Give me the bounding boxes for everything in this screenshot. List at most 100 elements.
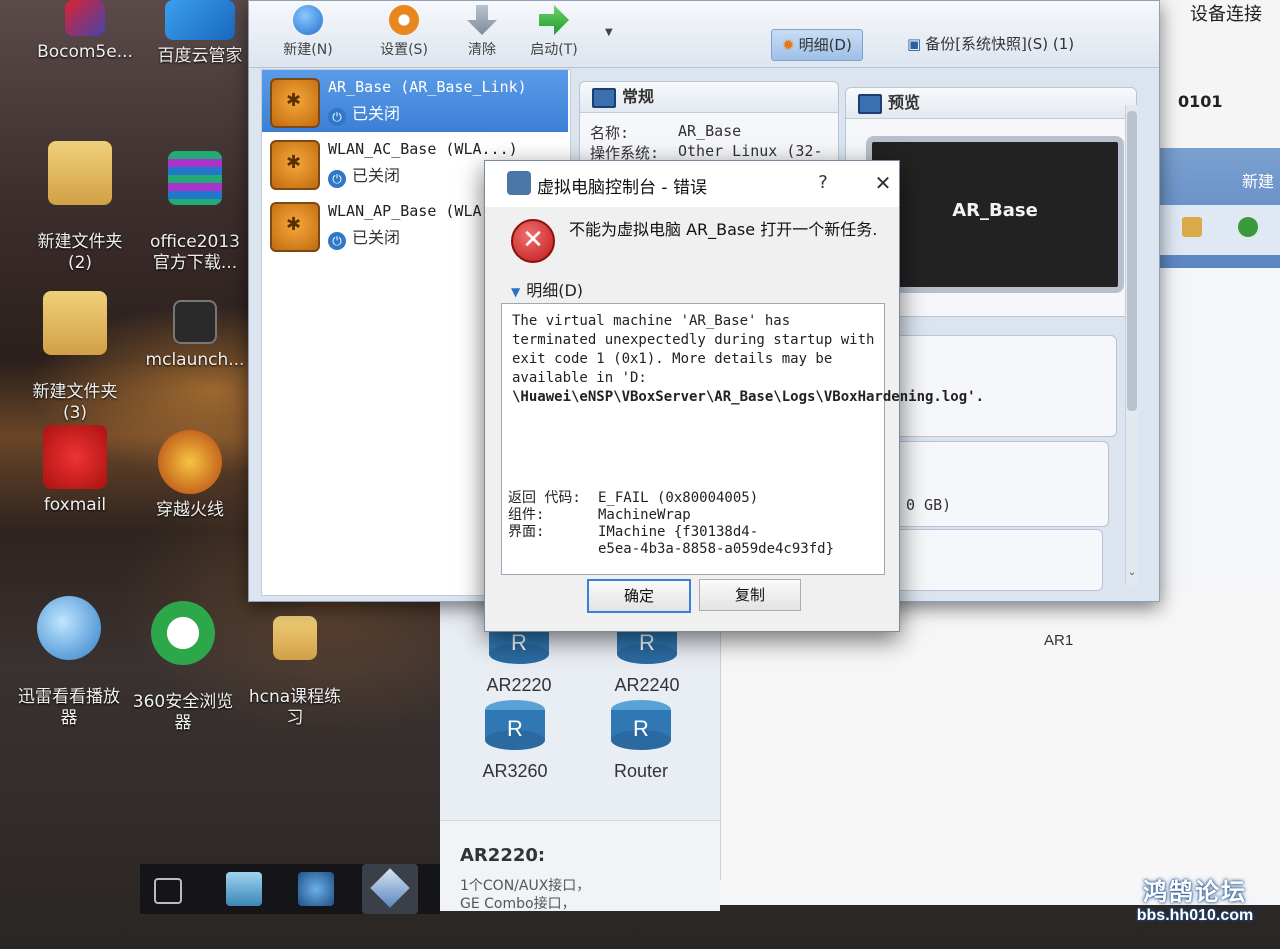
desktop-icon-folder-2[interactable]: 新建文件夹 (2) — [25, 120, 135, 295]
desktop-icon-hcna[interactable]: hcna课程练 习 — [240, 595, 350, 750]
virtualbox-taskbar-icon[interactable] — [362, 864, 418, 914]
topology-canvas[interactable]: AR1 — [722, 590, 1280, 890]
desktop-icon-bocom[interactable]: Bocom5e... — [30, 0, 140, 63]
scrollbar-thumb[interactable] — [1127, 111, 1137, 411]
code-row: e5ea-4b3a-8858-a059de4c93fd} — [508, 541, 880, 558]
power-icon: ⏻ — [328, 108, 346, 126]
details-scrollbar[interactable]: ⌄ — [1125, 105, 1138, 585]
device-description: AR2220: 1个CON/AUX接口， GE Combo接口， — [440, 820, 720, 912]
ensp-taskbar-icon[interactable] — [298, 872, 334, 906]
vm-state: ⏻ 已关闭 — [328, 162, 400, 188]
vm-state: ⏻ 已关闭 — [328, 224, 400, 250]
desktop-icon-xunlei[interactable]: 迅雷看看播放 器 — [14, 575, 124, 750]
vm-state-label: 已关闭 — [352, 104, 401, 123]
code-key: 界面: — [508, 524, 545, 540]
crossfire-icon — [158, 430, 222, 494]
details-message: The virtual machine 'AR_Base' has termin… — [512, 313, 875, 386]
code-value: e5ea-4b3a-8858-a059de4c93fd} — [598, 541, 835, 557]
power-icon: ⏻ — [328, 232, 346, 250]
desktop-icon-label: Bocom5e... — [37, 42, 133, 62]
device-ar3260[interactable]: R AR3260 — [460, 696, 570, 782]
power-icon: ⏻ — [328, 170, 346, 188]
vm-state: ⏻ 已关闭 — [328, 100, 400, 126]
close-button[interactable]: ✕ — [871, 169, 895, 197]
start-button[interactable]: 启动(T) — [519, 5, 589, 59]
code-key: 返回 代码: — [508, 490, 581, 506]
device-label: AR3260 — [482, 761, 548, 781]
start-dropdown-chevron-icon[interactable]: ▼ — [605, 27, 613, 38]
storage-fragment: 0 GB) — [906, 496, 952, 514]
desktop-icon-office2013[interactable]: office2013 官方下载... — [140, 130, 250, 295]
tab-snapshots[interactable]: ▣ 备份[系统快照](S) (1) — [897, 29, 1084, 59]
vm-list-item[interactable]: AR_Base (AR_Base_Link) ⏻ 已关闭 — [262, 70, 568, 132]
desktop-icon-cf[interactable]: 穿越火线 — [135, 430, 245, 521]
general-name-label: 名称: — [590, 124, 630, 142]
svg-text:R: R — [639, 630, 655, 655]
taskbar — [140, 864, 440, 914]
general-panel-header[interactable]: 常规 — [580, 82, 838, 113]
chevron-down-icon: ▼ — [511, 285, 521, 299]
toolbar-globe-icon[interactable] — [1238, 217, 1258, 237]
details-log-path: \Huawei\eNSP\VBoxServer\AR_Base\Logs\VBo… — [512, 389, 985, 405]
preview-panel-header[interactable]: 预览 — [846, 88, 1136, 119]
general-os-value: Other Linux (32- — [678, 142, 823, 160]
svg-text:R: R — [511, 630, 527, 655]
code-value: MachineWrap — [598, 507, 691, 523]
details-toggle[interactable]: ▼ 明细(D) — [511, 277, 583, 301]
device-detail-line1: 1个CON/AUX接口， — [460, 878, 591, 894]
taskbar-app-icon[interactable] — [226, 872, 262, 906]
general-name-value: AR_Base — [678, 122, 742, 140]
scroll-down-chevron-icon[interactable]: ⌄ — [1126, 567, 1138, 578]
new-vm-button[interactable]: 新建(N) — [273, 5, 343, 59]
system-panel — [889, 335, 1117, 437]
settings-button[interactable]: 设置(S) — [369, 5, 439, 59]
desktop-icon-folder-3[interactable]: 新建文件夹 (3) — [20, 270, 130, 445]
task-view-icon[interactable] — [154, 878, 182, 904]
tab-snapshots-label: 备份[系统快照](S) (1) — [925, 35, 1075, 53]
code-value: E_FAIL (0x80004005) — [598, 490, 759, 506]
vm-os-icon — [270, 78, 320, 128]
desktop-icon-foxmail[interactable]: foxmail — [20, 425, 130, 516]
copy-button[interactable]: 复制 — [699, 579, 801, 611]
storage-panel: 0 GB) — [889, 441, 1109, 527]
desktop-icon-360[interactable]: 360安全浏览 器 — [128, 580, 238, 755]
router-icon: R — [611, 700, 671, 750]
watermark-title: 鸿鹄论坛 — [1143, 878, 1247, 906]
baiduyun-icon — [165, 0, 235, 40]
folder-icon — [273, 616, 317, 660]
canvas-device-label[interactable]: AR1 — [1044, 632, 1073, 649]
dialog-titlebar[interactable]: 虚拟电脑控制台 - 错误 ? ✕ — [485, 161, 899, 207]
vm-os-icon — [270, 140, 320, 190]
desktop-icon-label: 360安全浏览 器 — [132, 692, 234, 733]
general-title: 常规 — [622, 87, 655, 106]
ensp-inner-toolbar — [1150, 205, 1280, 255]
code-value: IMachine {f30138d4- — [598, 524, 759, 540]
ok-button[interactable]: 确定 — [587, 579, 691, 613]
office-icon — [168, 151, 222, 205]
desktop-icon-mclaunch[interactable]: mclaunch... — [140, 300, 250, 371]
desktop-icon-label: mclaunch... — [145, 350, 245, 370]
desktop-icon-baiduyun[interactable]: 百度云管家 — [145, 0, 255, 67]
code-key: 组件: — [508, 507, 545, 523]
router-icon: R — [485, 700, 545, 750]
arrow-right-icon — [539, 5, 569, 35]
right-fragment: 0101 — [1178, 92, 1223, 111]
tab-details[interactable]: ✹ 明细(D) — [771, 29, 863, 61]
monitor-icon — [592, 88, 616, 108]
discard-button[interactable]: 清除 — [447, 5, 517, 59]
details-toggle-label: 明细(D) — [526, 281, 584, 300]
details-textbox[interactable]: The virtual machine 'AR_Base' has termin… — [501, 303, 984, 575]
device-label: Router — [613, 761, 669, 781]
help-button[interactable]: ? — [811, 169, 835, 197]
vm-state-label: 已关闭 — [352, 228, 401, 247]
right-band-label: 新建 — [1242, 172, 1275, 191]
vm-os-icon — [270, 202, 320, 252]
error-message: 不能为虚拟电脑 AR_Base 打开一个新任务. — [569, 220, 878, 239]
preview-title: 预览 — [888, 93, 921, 112]
toolbar-folder-icon[interactable] — [1182, 217, 1202, 237]
error-dialog: 虚拟电脑控制台 - 错误 ? ✕ ✕ 不能为虚拟电脑 AR_Base 打开一个新… — [484, 160, 984, 632]
foxmail-icon — [43, 425, 107, 489]
device-router[interactable]: R Router — [586, 696, 696, 782]
vm-name: WLAN_AC_Base (WLA...) — [328, 140, 518, 158]
code-row: 组件: MachineWrap — [508, 507, 880, 524]
